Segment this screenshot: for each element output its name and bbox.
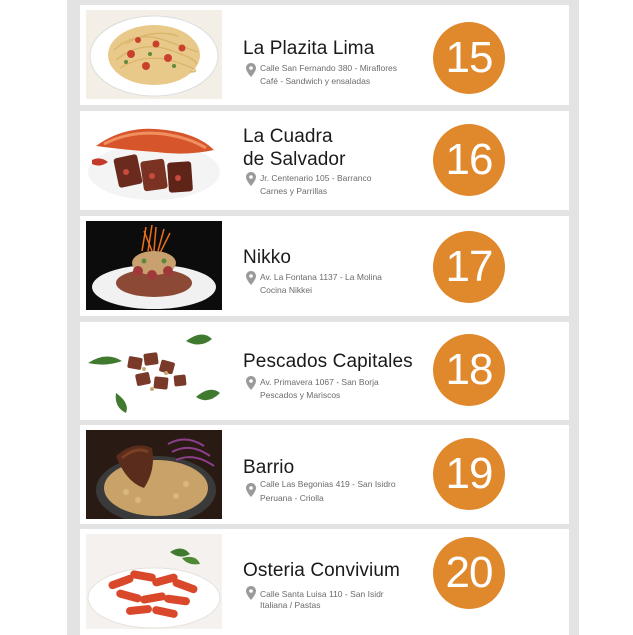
- restaurant-address: Jr. Centenario 105 - Barranco: [260, 173, 372, 183]
- location-pin-icon: [246, 483, 256, 497]
- restaurant-address: Av. Primavera 1067 - San Borja: [260, 377, 379, 387]
- rank-badge: 20: [433, 537, 505, 609]
- restaurant-card[interactable]: La Plazita Lima Calle San Fernando 380 -…: [80, 5, 569, 105]
- grill-icon: [86, 116, 222, 205]
- rank-badge: 17: [433, 231, 505, 303]
- restaurant-card[interactable]: Pescados Capitales Av. Primavera 1067 - …: [80, 322, 569, 420]
- restaurant-address: Calle San Fernando 380 - Miraflores: [260, 63, 398, 73]
- nikkei-dish-icon: [86, 221, 222, 310]
- pasta-icon: [86, 10, 222, 99]
- rank-badge: 16: [433, 124, 505, 196]
- restaurant-category: Carnes y Parrillas: [260, 186, 328, 196]
- restaurant-name[interactable]: Nikko: [243, 246, 463, 269]
- restaurant-name[interactable]: Osteria Convivium: [243, 559, 463, 582]
- restaurant-name[interactable]: Barrio: [243, 456, 463, 479]
- restaurant-category: Café - Sandwich y ensaladas: [260, 76, 371, 86]
- penne-icon: [86, 534, 222, 629]
- restaurant-category: Italiana / Pastas: [260, 600, 321, 610]
- restaurant-category: Peruana - Criolla: [260, 493, 324, 503]
- restaurant-name[interactable]: La Cuadra de Salvador: [243, 125, 463, 171]
- location-pin-icon: [246, 376, 256, 390]
- location-pin-icon: [246, 172, 256, 186]
- restaurant-card[interactable]: La Cuadra de Salvador Jr. Centenario 105…: [80, 111, 569, 210]
- location-pin-icon: [246, 271, 256, 285]
- criolla-dish-icon: [86, 430, 222, 519]
- restaurant-card[interactable]: Nikko Av. La Fontana 1137 - La Molina Co…: [80, 216, 569, 316]
- rank-badge: 18: [433, 334, 505, 406]
- restaurant-address: Calle Las Begonias 419 - San Isidro: [260, 479, 396, 489]
- restaurant-card[interactable]: Barrio Calle Las Begonias 419 - San Isid…: [80, 425, 569, 524]
- seafood-icon: [86, 327, 222, 416]
- restaurant-address: Av. La Fontana 1137 - La Molina: [260, 272, 382, 282]
- location-pin-icon: [246, 586, 256, 600]
- rank-badge: 19: [433, 438, 505, 510]
- restaurant-category: Pescados y Mariscos: [260, 390, 341, 400]
- restaurant-address: Calle Santa Luisa 110 - San Isidr: [260, 589, 384, 599]
- rank-badge: 15: [433, 22, 505, 94]
- restaurant-card[interactable]: Osteria Convivium Calle Santa Luisa 110 …: [80, 529, 569, 635]
- restaurant-category: Cocina Nikkei: [260, 285, 312, 295]
- restaurant-name[interactable]: Pescados Capitales: [243, 350, 463, 373]
- restaurant-name[interactable]: La Plazita Lima: [243, 37, 463, 60]
- location-pin-icon: [246, 63, 256, 77]
